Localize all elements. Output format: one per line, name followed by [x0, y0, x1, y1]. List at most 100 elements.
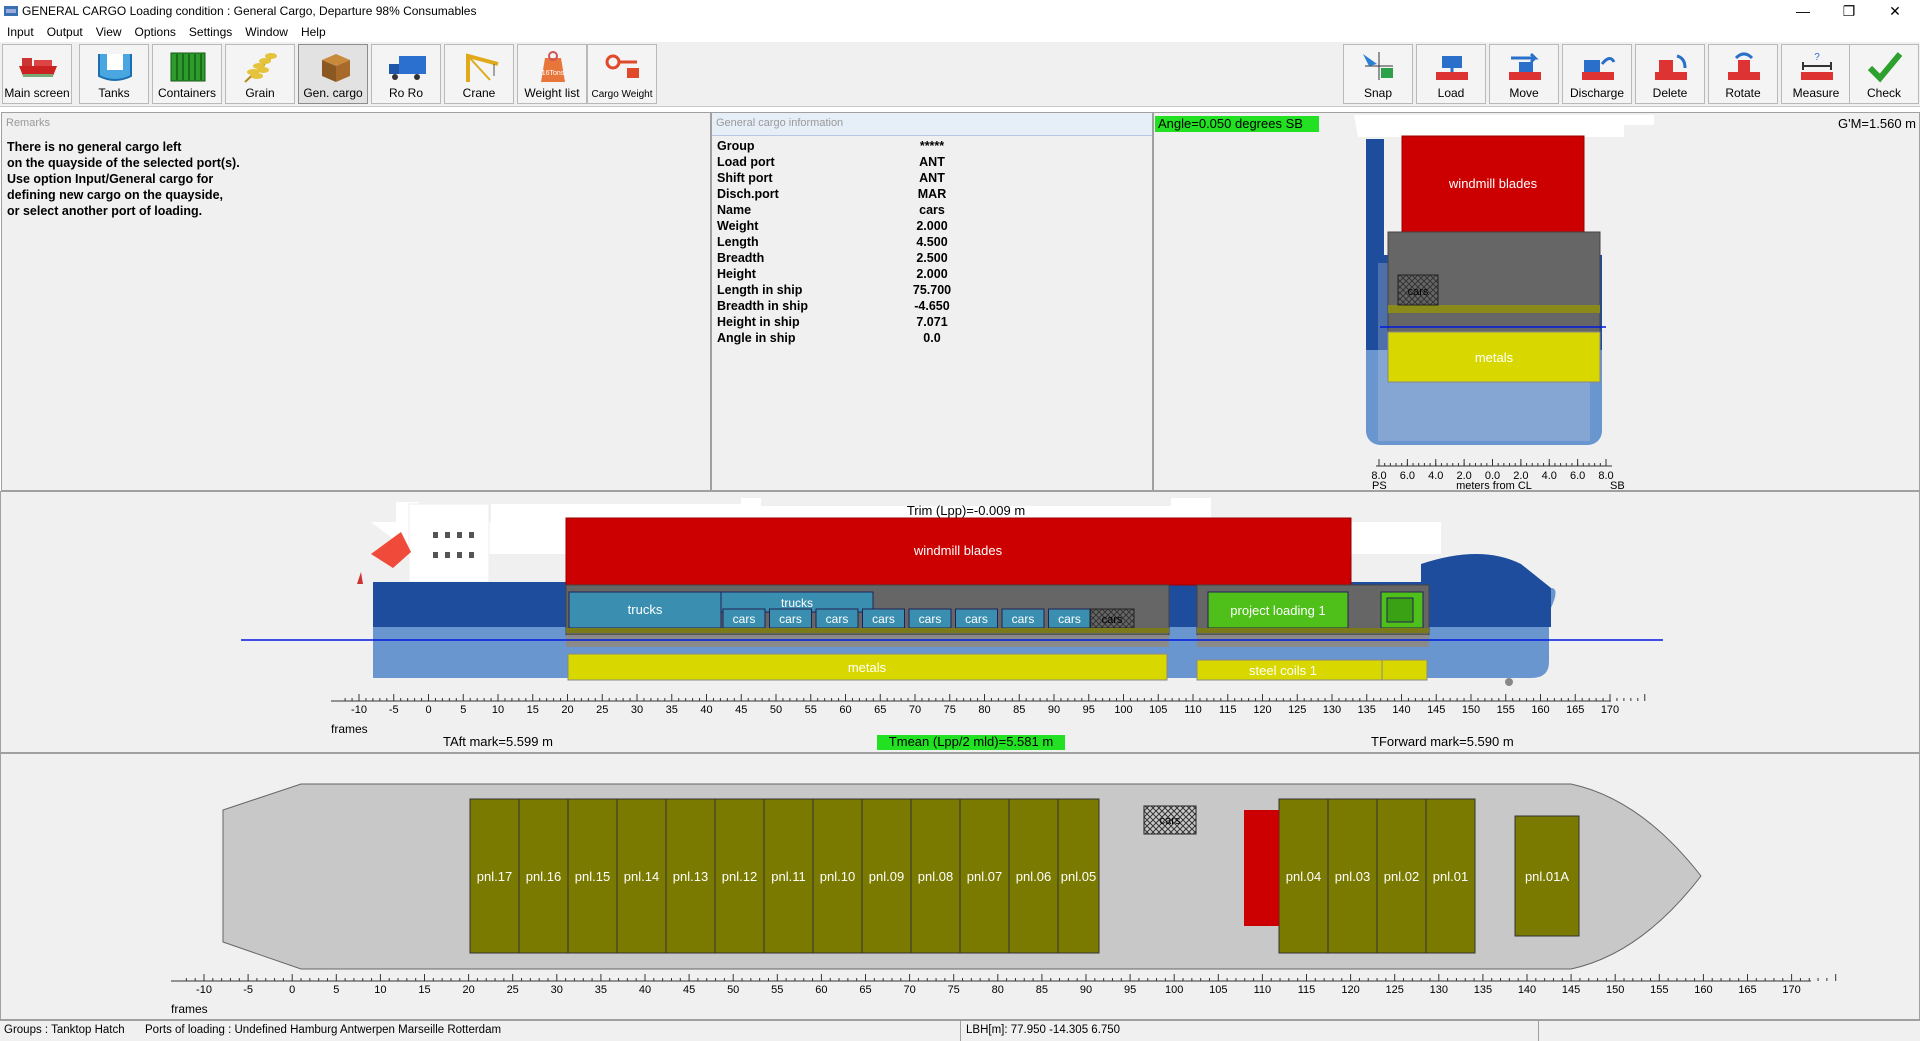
frame-tick-label: 45 — [735, 704, 747, 716]
delete-button[interactable]: Delete — [1635, 44, 1705, 104]
check-button[interactable]: Check — [1849, 44, 1919, 104]
menu-settings[interactable]: Settings — [182, 22, 238, 39]
move-button[interactable]: Move — [1489, 44, 1559, 104]
crane-button[interactable]: Crane — [444, 44, 514, 104]
menu-input[interactable]: Input — [0, 22, 40, 39]
menu-options[interactable]: Options — [128, 22, 182, 39]
cargo-weight-button[interactable]: Cargo Weight — [587, 44, 657, 104]
frame-tick-label: 100 — [1114, 704, 1132, 716]
accommodation-block — [408, 503, 490, 583]
cargo-windmill-label: windmill blades — [913, 543, 1003, 558]
weight-list-label: Weight list — [524, 86, 580, 100]
info-row-angle-in-ship: Angle in ship 0.0 — [717, 331, 977, 347]
info-value: 4.500 — [916, 235, 948, 249]
info-row-length-in-ship: Length in ship 75.700 — [717, 283, 977, 299]
tanks-button[interactable]: Tanks — [79, 44, 149, 104]
taft-readout: TAft mark=5.599 m — [443, 734, 553, 749]
minimize-button[interactable]: — — [1780, 0, 1826, 22]
frame-tick-label: 75 — [944, 704, 956, 716]
plan-panel: pnl.17 pnl.16 pnl.15 pnl.14 pnl.13 pnl.12 pnl.… — [0, 753, 1920, 1020]
tween-deck-plate-1 — [566, 628, 1169, 633]
remarks-text: There is no general cargo left on the qu… — [7, 140, 240, 218]
weight-list-button[interactable]: 16Tons Weight list — [517, 44, 587, 104]
snap-button[interactable]: Snap — [1343, 44, 1413, 104]
info-value: ANT — [919, 171, 945, 185]
crane-icon — [466, 53, 499, 82]
cargo-steel-label: steel coils 1 — [1249, 663, 1317, 678]
frame-tick-label: 170 — [1782, 984, 1800, 996]
menu-window[interactable]: Window — [238, 22, 294, 39]
profile-view[interactable]: Trim (Lpp)=-0.009 m windmill blades truc… — [1, 492, 1919, 752]
cross-axis-label: meters from CL — [1456, 480, 1532, 490]
frame-tick-label: 40 — [639, 984, 651, 996]
status-ports: Ports of loading : Undefined Hamburg Ant… — [145, 1024, 502, 1036]
menu-output[interactable]: Output — [40, 22, 89, 39]
cross-section-view[interactable]: Angle=0.050 degrees SB G'M=1.560 m windm… — [1154, 113, 1919, 490]
container-icon — [170, 52, 206, 82]
menu-bar: Input Output View Options Settings Window Help — [0, 22, 1920, 42]
frame-tick-label: 155 — [1650, 984, 1668, 996]
hatch-panel-label: pnl.06 — [1016, 869, 1051, 884]
scale-tick-label: 4.0 — [1428, 470, 1443, 482]
hatch-panel-label: pnl.05 — [1061, 869, 1096, 884]
tween-deck-plate-2 — [1197, 628, 1429, 633]
main-screen-button[interactable]: Main screen — [2, 44, 72, 104]
tforward-readout: TForward mark=5.590 m — [1371, 734, 1514, 749]
frame-tick-label: 145 — [1427, 704, 1445, 716]
frame-tick-label: 140 — [1518, 984, 1536, 996]
crane-label: Crane — [462, 86, 496, 100]
menu-view[interactable]: View — [89, 22, 128, 39]
frame-tick-label: 130 — [1430, 984, 1448, 996]
containers-button[interactable]: Containers — [152, 44, 222, 104]
hatch-panel-label: pnl.16 — [526, 869, 561, 884]
frame-tick-label: 0 — [425, 704, 431, 716]
info-row-breadth: Breadth 2.500 — [717, 251, 977, 267]
discharge-button[interactable]: Discharge — [1562, 44, 1632, 104]
cargo-project-label: project loading 1 — [1230, 603, 1325, 618]
frame-tick-label: 90 — [1048, 704, 1060, 716]
info-value: cars — [919, 203, 945, 217]
frame-tick-label: 85 — [1013, 704, 1025, 716]
grain-button[interactable]: Grain — [225, 44, 295, 104]
gen-cargo-button[interactable]: Gen. cargo — [298, 44, 368, 104]
hatch-panel-label: pnl.17 — [477, 869, 512, 884]
cargo-weight-icon — [605, 54, 639, 78]
cargo-trucks-label: trucks — [628, 602, 663, 617]
frame-tick-label: -10 — [196, 984, 212, 996]
menu-help[interactable]: Help — [294, 22, 332, 39]
plan-frame-scale: -10 -5 0 5 10 15 20 25 30 35 40 45 50 55 60 65 70 75 80 85 9… — [185, 974, 1837, 996]
cargo-cars-label: cars — [1160, 815, 1181, 827]
ps-label: PS — [1372, 480, 1387, 490]
plan-view[interactable]: pnl.17 pnl.16 pnl.15 pnl.14 pnl.13 pnl.12 pnl.… — [1, 754, 1919, 1019]
frame-tick-label: 150 — [1606, 984, 1624, 996]
rotate-button[interactable]: Rotate — [1708, 44, 1778, 104]
scale-tick-label: 6.0 — [1400, 470, 1415, 482]
info-value: ANT — [919, 155, 945, 169]
cargo-car-label: cars — [919, 612, 942, 626]
cargo-car-label: cars — [872, 612, 895, 626]
load-button[interactable]: Load — [1416, 44, 1486, 104]
delete-label: Delete — [1652, 86, 1688, 100]
frame-tick-label: 160 — [1531, 704, 1549, 716]
info-row-height: Height 2.000 — [717, 267, 977, 283]
info-row-length: Length 4.500 — [717, 235, 977, 251]
frame-tick-label: 95 — [1083, 704, 1095, 716]
info-value: 2.000 — [916, 267, 948, 281]
hatch-panels: pnl.17 pnl.16 pnl.15 pnl.14 pnl.13 pnl.12 pnl.… — [469, 798, 1580, 954]
frame-tick-label: 125 — [1288, 704, 1306, 716]
cross-section-scale: 8.0 6.0 4.0 2.0 0.0 2.0 4.0 6.0 8.0 — [1371, 459, 1614, 482]
frame-tick-label: 30 — [551, 984, 563, 996]
info-value: -4.650 — [914, 299, 950, 313]
frame-tick-label: 135 — [1474, 984, 1492, 996]
ro-ro-button[interactable]: Ro Ro — [371, 44, 441, 104]
trim-readout: Trim (Lpp)=-0.009 m — [907, 503, 1025, 518]
frame-tick-label: 120 — [1341, 984, 1359, 996]
maximize-button[interactable]: ❐ — [1826, 0, 1872, 22]
measure-button[interactable]: ? Measure — [1781, 44, 1851, 104]
info-row-name: Name cars — [717, 203, 977, 219]
status-divider — [1538, 1021, 1539, 1041]
frame-tick-label: 70 — [903, 984, 915, 996]
close-button[interactable]: ✕ — [1872, 0, 1918, 22]
info-row-height-in-ship: Height in ship 7.071 — [717, 315, 977, 331]
hatch-panel-label: pnl.01A — [1525, 869, 1569, 884]
